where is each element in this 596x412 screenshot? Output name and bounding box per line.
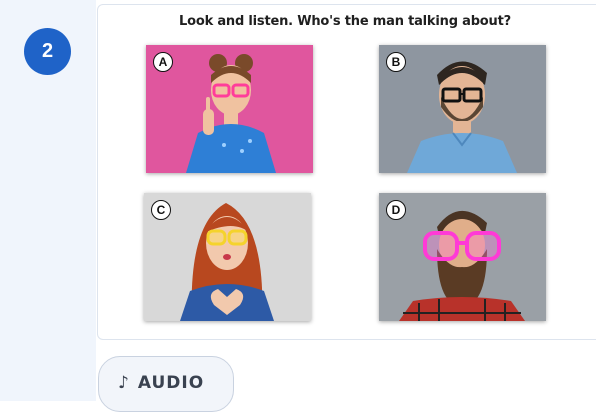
music-note-icon: ♪: [118, 373, 130, 393]
option-d-photo[interactable]: D: [379, 193, 546, 321]
exercise-number-badge: 2: [24, 28, 71, 75]
option-a-letter: A: [153, 52, 173, 72]
question-text: Look and listen. Who's the man talking a…: [179, 14, 511, 29]
option-d-letter: D: [386, 200, 406, 220]
exercise-card: Look and listen. Who's the man talking a…: [97, 4, 596, 340]
option-c-letter: C: [151, 200, 171, 220]
audio-button[interactable]: ♪ AUDIO: [98, 356, 234, 412]
audio-label: AUDIO: [137, 373, 205, 393]
option-c-photo[interactable]: C: [144, 193, 311, 321]
option-b-letter: B: [386, 52, 406, 72]
option-a-photo[interactable]: A: [146, 45, 313, 173]
option-b-photo[interactable]: B: [379, 45, 546, 173]
exercise-sidebar: 2: [0, 0, 96, 401]
